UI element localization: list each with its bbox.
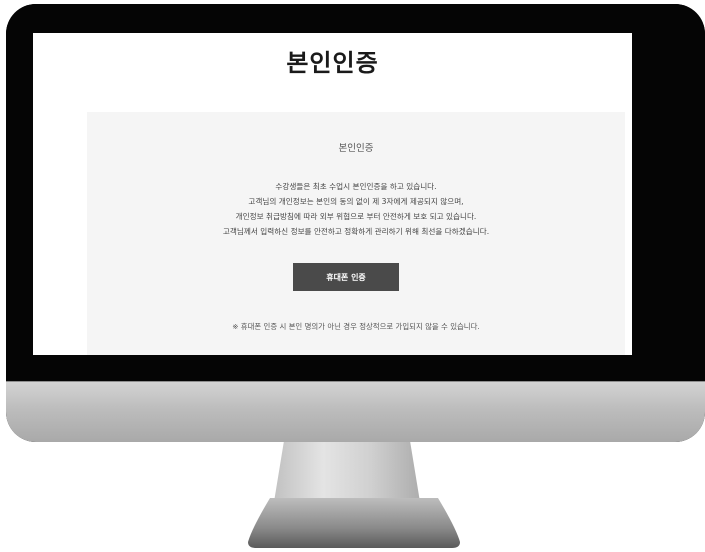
- monitor-stand-neck: [274, 442, 420, 500]
- panel-title: 본인인증: [338, 143, 374, 154]
- phone-verification-button[interactable]: 휴대폰 인증: [293, 263, 399, 291]
- description-line: 고객님의 개인정보는 본인의 동의 없이 제 3자에게 제공되지 않으며,: [248, 197, 464, 206]
- description-line: 고객님께서 입력하신 정보를 안전하고 정확하게 관리하기 위해 최선을 다하겠…: [222, 227, 490, 236]
- description-line: 수강생들은 최초 수업시 본인인증을 하고 있습니다.: [275, 182, 437, 191]
- page-title: 본인인증: [286, 49, 379, 77]
- monitor-screen: 본인인증 본인인증 수강생들은 최초 수업시 본인인증을 하고 있습니다. 고객…: [33, 33, 632, 355]
- monitor-chin: [6, 381, 705, 442]
- verification-description: 수강생들은 최초 수업시 본인인증을 하고 있습니다. 고객님의 개인정보는 본…: [87, 179, 625, 239]
- monitor-stand-base: [248, 498, 460, 548]
- page-header: 본인인증: [33, 33, 632, 109]
- description-line: 개인정보 취급방침에 따라 외부 위협으로 부터 안전하게 보호 되고 있습니다…: [235, 212, 477, 221]
- verification-panel: 본인인증 수강생들은 최초 수업시 본인인증을 하고 있습니다. 고객님의 개인…: [87, 112, 625, 355]
- monitor-frame: 본인인증 본인인증 수강생들은 최초 수업시 본인인증을 하고 있습니다. 고객…: [6, 4, 705, 442]
- monitor-chin-divider: [6, 381, 705, 382]
- verification-notice: ※ 휴대폰 인증 시 본인 명의가 아닌 경우 정상적으로 가입되지 않을 수 …: [232, 322, 480, 331]
